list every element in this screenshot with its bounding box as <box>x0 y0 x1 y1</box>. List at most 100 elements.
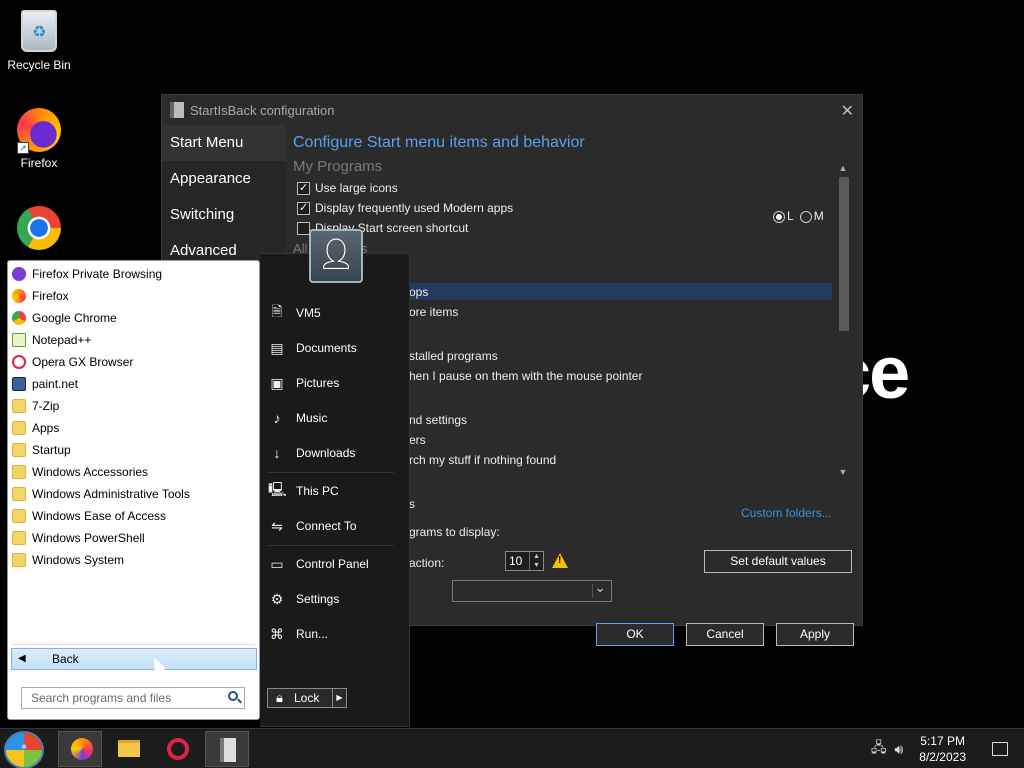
program-label: Windows Ease of Access <box>32 509 167 523</box>
connect-to-link[interactable]: ⇋ Connect To <box>268 513 398 539</box>
notification-icon[interactable] <box>992 742 1008 756</box>
app-icon <box>12 289 26 303</box>
music-link[interactable]: ♪ Music <box>268 405 398 431</box>
pictures-link[interactable]: ▣ Pictures <box>268 370 398 396</box>
app-icon <box>12 355 26 369</box>
scrollbar-thumb[interactable] <box>839 177 849 331</box>
downloads-link[interactable]: ↓ Downloads <box>268 440 398 466</box>
config-scrollbar[interactable]: ▲ ▼ <box>837 163 849 481</box>
documents-link[interactable]: ▤ Documents <box>268 335 398 361</box>
network-icon[interactable]: 🖧 <box>871 737 887 761</box>
option-fragment: nd settings <box>409 413 468 427</box>
programs-count-stepper[interactable]: 10 ▲ ▼ <box>505 551 544 571</box>
search-icon <box>228 691 238 701</box>
run-icon: ⌘ <box>270 625 284 642</box>
scroll-down-icon[interactable]: ▼ <box>837 467 849 477</box>
program-item[interactable]: Windows PowerShell <box>10 527 250 549</box>
divider <box>12 644 255 645</box>
program-item[interactable]: paint.net <box>10 373 250 395</box>
sidebar-item-switching[interactable]: Switching <box>162 197 286 233</box>
taskbar-firefox-button[interactable] <box>58 731 102 767</box>
lock-label: Lock <box>294 691 320 705</box>
chrome-icon <box>17 206 61 250</box>
control-panel-icon: ▭ <box>270 555 284 572</box>
back-button[interactable]: Back <box>11 648 257 670</box>
taskbar-opera-button[interactable] <box>156 731 200 767</box>
action-dropdown[interactable] <box>452 579 612 602</box>
program-item[interactable]: 7-Zip <box>10 395 250 417</box>
document-icon: ▤ <box>270 339 284 356</box>
lock-button[interactable]: 🔒︎ Lock ▶ <box>267 688 347 708</box>
folder-icon <box>12 553 26 567</box>
program-item[interactable]: Opera GX Browser <box>10 351 250 373</box>
divider <box>268 545 394 546</box>
chrome-desktop-icon[interactable] <box>1 206 77 254</box>
folder-icon <box>12 443 26 457</box>
taskbar-startisback-button[interactable] <box>205 731 249 767</box>
settings-link[interactable]: ⚙ Settings <box>268 586 398 612</box>
program-label: paint.net <box>32 377 79 391</box>
sidebar-item-start-menu[interactable]: Start Menu <box>162 125 286 161</box>
run-link[interactable]: ⌘ Run... <box>268 621 398 647</box>
recycle-bin-label: Recycle Bin <box>7 58 71 72</box>
program-item[interactable]: Windows Administrative Tools <box>10 483 250 505</box>
taskbar-explorer-button[interactable] <box>107 731 151 767</box>
recycle-bin-desktop-icon[interactable]: Recycle Bin <box>1 10 77 72</box>
program-item[interactable]: Firefox <box>10 285 250 307</box>
stepper-arrows-icon[interactable]: ▲ ▼ <box>529 552 543 570</box>
folder-icon <box>12 487 26 501</box>
start-orb-button[interactable] <box>4 731 44 768</box>
config-titlebar[interactable]: StartIsBack configuration <box>162 95 862 125</box>
option-fragment: ore items <box>409 305 459 319</box>
program-item[interactable]: Notepad++ <box>10 329 250 351</box>
program-item[interactable]: Startup <box>10 439 250 461</box>
clock[interactable]: 5:17 PM 8/2/2023 <box>919 733 966 765</box>
this-pc-link[interactable]: 🖳 This PC <box>268 478 398 504</box>
clock-date: 8/2/2023 <box>919 750 966 764</box>
frequent-modern-apps-checkbox[interactable]: ✓ Display frequently used Modern apps <box>297 199 513 217</box>
option-fragment: stalled programs <box>409 349 498 363</box>
program-label: Opera GX Browser <box>32 355 134 369</box>
warning-icon <box>552 553 568 568</box>
config-title: StartIsBack configuration <box>190 102 335 118</box>
user-folder-link[interactable]: 🗎 VM5 <box>268 300 398 326</box>
program-item[interactable]: Google Chrome <box>10 307 250 329</box>
clock-time: 5:17 PM <box>920 734 965 748</box>
program-label: Apps <box>32 421 60 435</box>
programs-panel: Firefox Private Browsing Firefox Google Ch… <box>7 260 260 720</box>
scroll-up-icon[interactable]: ▲ <box>837 163 849 173</box>
user-avatar[interactable]: 👤︎ <box>309 229 363 283</box>
radio-large[interactable]: L <box>773 209 794 223</box>
app-icon <box>12 377 26 391</box>
sidebar-item-appearance[interactable]: Appearance <box>162 161 286 197</box>
program-item[interactable]: Windows Ease of Access <box>10 505 250 527</box>
cancel-button[interactable]: Cancel <box>686 623 764 646</box>
apply-button[interactable]: Apply <box>776 623 854 646</box>
program-item[interactable]: Windows Accessories <box>10 461 250 483</box>
search-input[interactable]: Search programs and files <box>21 687 245 709</box>
ok-button[interactable]: OK <box>596 623 674 646</box>
program-label: Firefox Private Browsing <box>32 267 163 281</box>
option-fragment: hen I pause on them with the mouse point… <box>409 369 643 383</box>
volume-icon[interactable]: 🔊︎ <box>894 741 903 758</box>
search-placeholder: Search programs and files <box>31 691 172 705</box>
program-item[interactable]: Apps <box>10 417 250 439</box>
firefox-desktop-icon[interactable]: ↗ Firefox <box>1 108 77 170</box>
custom-folders-link[interactable]: Custom folders... <box>741 506 832 520</box>
folder-icon <box>12 421 26 435</box>
program-item[interactable]: Firefox Private Browsing <box>10 263 250 285</box>
checkbox-checked-icon: ✓ <box>297 181 310 195</box>
radio-medium[interactable]: M <box>799 209 824 223</box>
gear-icon: ⚙ <box>270 590 284 607</box>
program-item[interactable]: Windows System <box>10 549 250 571</box>
program-label: Startup <box>32 443 71 457</box>
lock-options-arrow-icon[interactable]: ▶ <box>332 689 346 707</box>
app-icon <box>12 311 26 325</box>
places-panel: 🗎 VM5 ▤ Documents ▣ Pictures ♪ Music ↓ Downlo… <box>260 253 410 727</box>
close-icon[interactable]: ✕ <box>841 101 854 121</box>
control-panel-link[interactable]: ▭ Control Panel <box>268 551 398 577</box>
opera-icon <box>167 738 189 760</box>
use-large-icons-checkbox[interactable]: ✓ Use large icons <box>297 179 398 197</box>
radio-empty-icon <box>799 210 812 223</box>
set-default-values-button[interactable]: Set default values <box>704 550 852 573</box>
